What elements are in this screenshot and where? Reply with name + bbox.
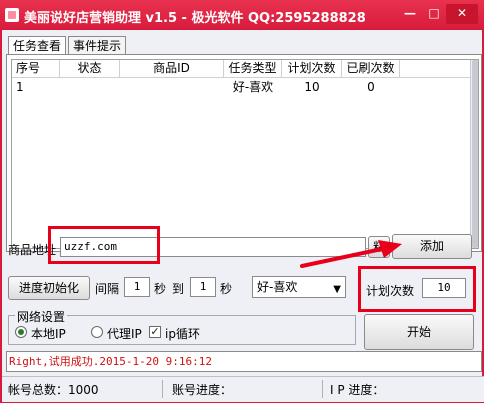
task-type-select[interactable]: 好-喜欢 ▼ bbox=[252, 276, 346, 298]
annotation-arrow-icon bbox=[300, 240, 402, 268]
tab-event-tips[interactable]: 事件提示 bbox=[68, 36, 127, 55]
seconds-label-2: 秒 bbox=[220, 282, 233, 296]
chevron-down-icon: ▼ bbox=[333, 284, 341, 295]
interval-from-input[interactable]: 1 bbox=[124, 277, 150, 297]
col-header-done-count[interactable]: 已刷次数 bbox=[342, 60, 400, 78]
col-header-plan-count[interactable]: 计划次数 bbox=[282, 60, 342, 78]
window-title: 美丽说好店营销助理 v1.5 - 极光软件 QQ:2595288828 bbox=[24, 11, 366, 26]
scrollbar-thumb[interactable] bbox=[472, 60, 478, 248]
ip-loop-label[interactable]: ip循环 bbox=[165, 325, 200, 342]
ip-progress-status: I P 进度： bbox=[330, 383, 385, 397]
tab-task-view[interactable]: 任务查看 bbox=[8, 36, 67, 56]
grid-header: 序号 状态 商品ID 任务类型 计划次数 已刷次数 bbox=[12, 60, 478, 78]
interval-label: 间隔 bbox=[95, 282, 120, 296]
status-bar: 帐号总数：1000 账号进度： I P 进度： bbox=[2, 376, 484, 402]
network-settings-title: 网络设置 bbox=[15, 308, 68, 325]
account-progress-status: 账号进度： bbox=[172, 383, 233, 397]
cell-task-type: 好-喜欢 bbox=[232, 80, 274, 94]
cell-product-id bbox=[120, 79, 224, 95]
title-bar: 美丽说好店营销助理 v1.5 - 极光软件 QQ:2595288828 — □ … bbox=[0, 0, 484, 30]
col-header-index[interactable]: 序号 bbox=[12, 60, 60, 78]
progress-init-button[interactable]: 进度初始化 bbox=[8, 276, 90, 300]
maximize-button[interactable]: □ bbox=[422, 4, 446, 24]
cell-index: 1 bbox=[16, 80, 24, 94]
start-button[interactable]: 开始 bbox=[364, 314, 474, 350]
local-ip-radio[interactable] bbox=[15, 326, 27, 338]
ip-loop-checkbox[interactable]: ✓ bbox=[149, 326, 161, 338]
local-ip-label[interactable]: 本地IP bbox=[31, 325, 66, 342]
plan-count-input[interactable]: 10 bbox=[422, 278, 466, 298]
cell-plan-count: 10 bbox=[304, 80, 320, 94]
status-divider bbox=[162, 380, 163, 398]
log-output: Right,试用成功.2015-1-20 9:16:12 bbox=[6, 351, 482, 372]
seconds-label-1: 秒 bbox=[154, 282, 167, 296]
proxy-ip-radio[interactable] bbox=[91, 326, 103, 338]
product-url-label: 商品地址 bbox=[8, 243, 57, 257]
vertical-scrollbar[interactable] bbox=[470, 60, 478, 248]
to-label: 到 bbox=[172, 282, 185, 296]
network-settings-group: 网络设置 本地IP 代理IP ✓ ip循环 bbox=[8, 308, 356, 345]
col-header-status[interactable]: 状态 bbox=[60, 60, 120, 78]
task-grid[interactable]: 序号 状态 商品ID 任务类型 计划次数 已刷次数 1 好-喜欢 10 0 bbox=[11, 59, 479, 249]
minimize-button[interactable]: — bbox=[398, 4, 422, 24]
interval-to-input[interactable]: 1 bbox=[190, 277, 216, 297]
close-button[interactable]: ✕ bbox=[446, 4, 478, 24]
proxy-ip-label[interactable]: 代理IP bbox=[107, 325, 142, 342]
task-type-selected-value: 好-喜欢 bbox=[257, 280, 298, 294]
status-divider bbox=[322, 380, 323, 398]
plan-count-label: 计划次数 bbox=[366, 284, 415, 298]
col-header-product-id[interactable]: 商品ID bbox=[120, 60, 224, 78]
app-icon bbox=[5, 8, 19, 22]
cell-status bbox=[60, 79, 120, 95]
cell-done-count: 0 bbox=[367, 80, 375, 94]
task-panel: 序号 状态 商品ID 任务类型 计划次数 已刷次数 1 好-喜欢 10 0 bbox=[6, 54, 482, 252]
account-total-status: 帐号总数：1000 bbox=[8, 383, 99, 397]
client-area: 任务查看 事件提示 序号 状态 商品ID 任务类型 计划次数 已刷次数 1 好-… bbox=[0, 30, 484, 403]
col-header-task-type[interactable]: 任务类型 bbox=[224, 60, 282, 78]
